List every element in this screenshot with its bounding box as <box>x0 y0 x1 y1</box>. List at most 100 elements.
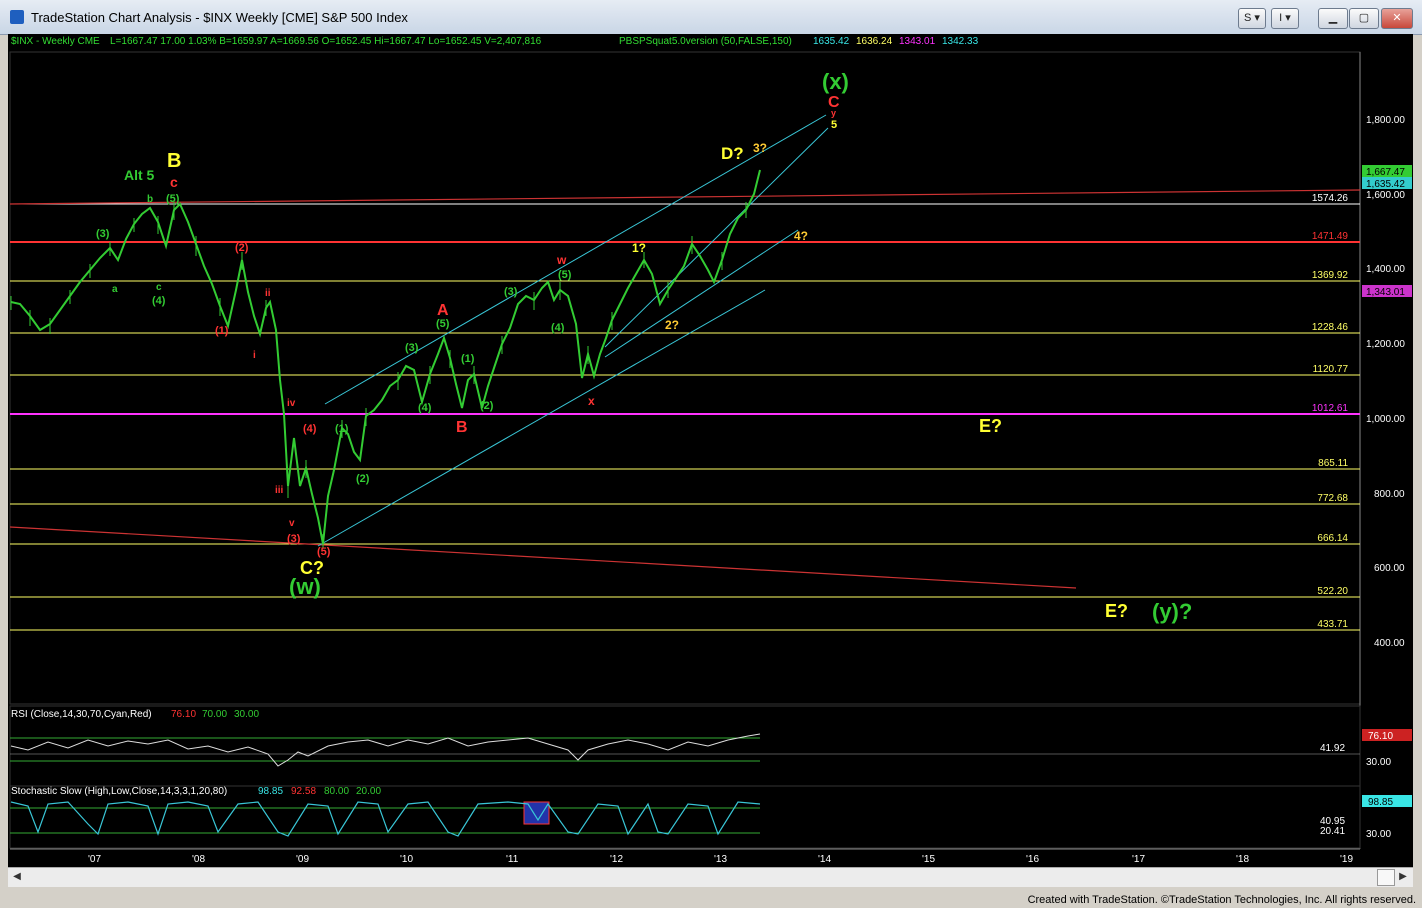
wave-label: (3) <box>405 342 419 354</box>
indicator-value-4: 1342.33 <box>942 36 979 47</box>
rsi-price-tag-text: 76.10 <box>1368 731 1393 742</box>
level-label-522: 522.20 <box>1317 586 1348 597</box>
time-axis-label: '10 <box>400 854 413 865</box>
wave-label: (x) <box>822 69 849 94</box>
indicator-price-tag-text: 1,635.42 <box>1366 179 1405 190</box>
scroll-left-arrow-icon[interactable]: ◀ <box>10 870 24 884</box>
price-axis-label-1600: 1,600.00 <box>1366 190 1405 201</box>
level-label-772: 772.68 <box>1317 493 1348 504</box>
chart-header-ohlc: L=1667.47 17.00 1.03% B=1659.97 A=1669.5… <box>110 36 542 47</box>
wave-label: (3) <box>287 533 301 545</box>
wave-label: y <box>831 108 836 118</box>
time-axis-label: '09 <box>296 854 309 865</box>
wave-label: 1? <box>632 241 646 255</box>
price-axis-label-1400: 1,400.00 <box>1366 264 1405 275</box>
wave-label: E? <box>1105 601 1128 621</box>
rsi-value: 76.10 <box>171 709 196 720</box>
scroll-right-arrow-icon[interactable]: ▶ <box>1396 870 1410 884</box>
wave-label: (4) <box>152 295 166 307</box>
level-label-865: 865.11 <box>1318 458 1348 469</box>
wave-label: Alt 5 <box>124 167 155 183</box>
horizontal-scrollbar[interactable]: ◀ ▶ <box>8 867 1413 887</box>
wave-label: a <box>112 284 118 295</box>
symbol-link-i-button[interactable]: I ▾ <box>1271 8 1299 29</box>
wave-label: v <box>289 518 295 529</box>
wave-label: (2) <box>480 400 494 412</box>
wave-label: iv <box>287 398 296 409</box>
time-axis-label: '12 <box>610 854 623 865</box>
window-title: TradeStation Chart Analysis - $INX Weekl… <box>31 10 408 25</box>
level-label-1369: 1369.92 <box>1312 270 1349 281</box>
red-upper-trendline <box>9 189 1361 205</box>
minimize-button[interactable]: ▁ <box>1318 8 1348 29</box>
close-icon: ✕ <box>1392 12 1402 24</box>
level-label-1120: 1120.77 <box>1313 364 1349 375</box>
wave-label: (4) <box>551 322 565 334</box>
cyan-channel <box>317 114 829 547</box>
wave-label: (1) <box>335 423 349 435</box>
wave-label: c <box>170 174 178 190</box>
minimize-icon: ▁ <box>1328 12 1338 24</box>
indicator-value-1: 1635.42 <box>813 36 850 47</box>
footer-credit: Created with TradeStation. ©TradeStation… <box>1027 894 1416 906</box>
level-label-1228: 1228.46 <box>1312 322 1349 333</box>
time-axis-labels: '07 '08 '09 '10 '11 '12 '13 '14 '15 '16 … <box>88 854 1353 865</box>
close-button[interactable]: ✕ <box>1381 8 1413 29</box>
chart-canvas[interactable]: $INX - Weekly CME L=1667.47 17.00 1.03% … <box>8 34 1413 867</box>
stochastic-highlight-box <box>523 801 550 825</box>
price-axis-label-600: 600.00 <box>1374 563 1405 574</box>
symbol-link-s-button[interactable]: S ▾ <box>1238 8 1266 29</box>
price-axis-labels: 1,800.00 1,600.00 1,400.00 1,200.00 1,00… <box>1366 115 1405 649</box>
wave-label: (4) <box>418 402 432 414</box>
tradestation-app-icon <box>10 10 24 24</box>
time-axis-label: '16 <box>1026 854 1039 865</box>
level-labels: 1574.26 1471.49 1369.92 1228.46 1120.77 … <box>1312 193 1349 630</box>
stochastic-upper: 80.00 <box>324 786 349 797</box>
stochastic-label: Stochastic Slow (High,Low,Close,14,3,3,1… <box>11 786 227 797</box>
red-lower-trendline <box>9 526 1077 589</box>
time-axis-label: '14 <box>818 854 831 865</box>
rsi-label: RSI (Close,14,30,70,Cyan,Red) <box>11 709 152 720</box>
wave-label: (5) <box>317 546 331 558</box>
symbol-link-i-label: I <box>1279 12 1283 24</box>
rsi-axis-label: 41.92 <box>1320 743 1345 754</box>
indicator-value-3: 1343.01 <box>899 36 936 47</box>
symbol-link-s-label: S <box>1244 12 1252 24</box>
maximize-button[interactable]: ▢ <box>1349 8 1379 29</box>
wave-label: 5 <box>831 119 837 131</box>
wave-label: A <box>437 302 449 319</box>
level-label-1574: 1574.26 <box>1312 193 1349 204</box>
scrollbar-thumb[interactable] <box>1377 869 1395 886</box>
wave-label: c <box>156 282 162 293</box>
wave-label: ii <box>265 288 271 299</box>
wave-label: (2) <box>235 242 249 254</box>
wave-label: i <box>253 350 256 361</box>
magenta-price-tag-text: 1,343.01 <box>1366 287 1405 298</box>
time-axis-label: '08 <box>192 854 205 865</box>
time-axis-label: '19 <box>1340 854 1353 865</box>
stochastic-price-tag-text: 98.85 <box>1368 797 1393 808</box>
wave-label: E? <box>979 416 1002 436</box>
time-axis-label: '17 <box>1132 854 1145 865</box>
wave-label: B <box>456 419 468 436</box>
price-axis-label-1200: 1,200.00 <box>1366 339 1405 350</box>
rsi-lower: 30.00 <box>234 709 259 720</box>
time-axis-label: '18 <box>1236 854 1249 865</box>
time-axis-label: '07 <box>88 854 101 865</box>
time-axis-label: '15 <box>922 854 935 865</box>
chart-header-indicator: PBSPSquat5.0version (50,FALSE,150) <box>619 36 792 47</box>
level-label-433: 433.71 <box>1317 619 1348 630</box>
indicator-value-2: 1636.24 <box>856 36 893 47</box>
level-label-1012: 1012.61 <box>1312 403 1349 414</box>
stochastic-d: 92.58 <box>291 786 316 797</box>
wave-label: (w) <box>289 574 321 599</box>
time-axis-label: '11 <box>506 854 519 865</box>
chart-area[interactable]: $INX - Weekly CME L=1667.47 17.00 1.03% … <box>8 34 1413 887</box>
wave-label: (1) <box>461 353 475 365</box>
wave-label: (5) <box>558 269 572 281</box>
chart-header-symbol: $INX - Weekly CME <box>11 36 100 47</box>
window-titlebar: TradeStation Chart Analysis - $INX Weekl… <box>0 0 1422 35</box>
stochastic-axis-label: 30.00 <box>1366 829 1391 840</box>
wave-label: (1) <box>215 325 229 337</box>
wave-label: (5) <box>166 193 180 205</box>
